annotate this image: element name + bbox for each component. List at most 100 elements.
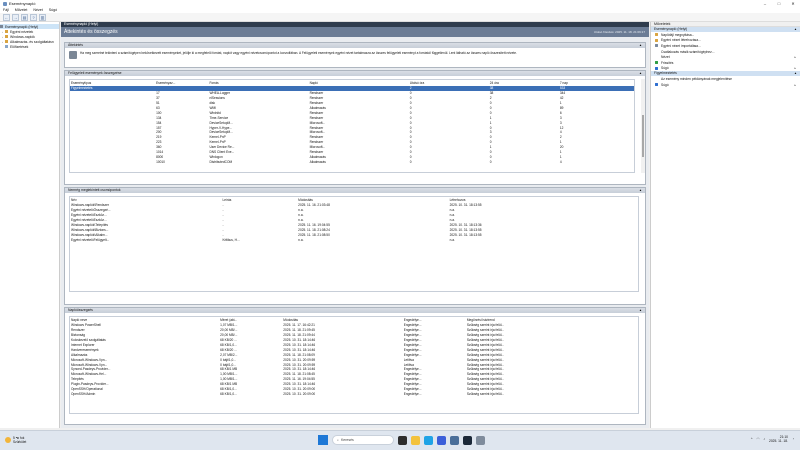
tree-item-subscriptions[interactable]: Előfizetések (0, 44, 59, 49)
search-placeholder: Keresés (340, 438, 354, 442)
collapse-icon[interactable]: ▲ (639, 188, 642, 193)
file-explorer-icon[interactable] (411, 435, 420, 445)
menu-action[interactable]: Művelet (15, 8, 28, 12)
table-cell: 0 (489, 159, 492, 164)
log-summary-section: Naplóösszegzés ▲ Napló neve Méret (akt...… (64, 307, 646, 425)
window-controls: – □ ✕ (758, 0, 800, 7)
weather-widget[interactable]: 5 ℃ fok Szürkület (5, 436, 26, 444)
menu-file[interactable]: Fájl (3, 8, 9, 12)
window-title: Eseménynapló (9, 1, 36, 6)
subscription-icon (5, 45, 8, 48)
steam-icon[interactable] (463, 435, 472, 445)
close-icon[interactable]: ✕ (786, 0, 800, 7)
weather-desc: Szürkület (13, 440, 27, 444)
connect-icon (655, 50, 658, 54)
table-row[interactable]: 10010 DistributedCOM Alkalmazás 0 0 4 (70, 159, 634, 164)
toolbar: ← → ▤ ? ▥ (0, 13, 800, 22)
back-icon[interactable]: ← (3, 13, 10, 21)
show-tree-icon[interactable]: ▤ (21, 13, 28, 21)
tree-item-label: Előfizetések (10, 44, 29, 49)
table-cell: OpenSSH/Admin (71, 391, 96, 396)
summary-scrollbar[interactable] (641, 79, 645, 173)
help-icon[interactable]: ? (30, 13, 37, 21)
folder-icon (655, 33, 658, 37)
action-label: Csatlakozás másik számítógéphez... (661, 49, 715, 54)
actions-group-label: Eseménynapló (Helyi) (654, 27, 688, 31)
logs-table-container: Napló neve Méret (akt... Módosítás Engedély… (69, 316, 639, 414)
action-label: Egyéni nézet létrehozása... (661, 38, 701, 43)
wifi-icon[interactable]: ◠ (756, 437, 759, 441)
tree-item-label: Egyéni nézetek (10, 29, 34, 34)
actions-pane: Műveletek Eseménynapló (Helyi) ▲ Naplófá… (650, 22, 800, 428)
table-row[interactable]: Egyéni nézetek\Felügyelt... Kritikus, H..… (70, 237, 638, 242)
overview-header[interactable]: Áttekintés ▲ (65, 43, 645, 48)
taskbar: 5 ℃ fok Szürkület ⌕ Keresés ^ ◠ ♪ 21:10 … (0, 430, 800, 450)
table-cell: Alkalmazás (309, 159, 326, 164)
folder-icon (5, 35, 8, 38)
forward-icon[interactable]: → (12, 13, 19, 21)
action-icon (655, 77, 658, 81)
menu-view[interactable]: Nézet (33, 8, 42, 12)
table-cell: 0 (409, 159, 412, 164)
last-refresh-text: Utolsó frissítés: 2025. 11. 18. 21:09:17 (593, 30, 645, 34)
logs-table: Napló neve Méret (akt... Módosítás Engedély… (70, 317, 638, 396)
edge-browser-icon[interactable] (424, 435, 433, 445)
chevron-right-icon: ▸ (794, 82, 796, 87)
action-item[interactable]: Súgó ▸ (651, 82, 800, 88)
scroll-thumb[interactable] (642, 115, 644, 157)
section-title: Naplóösszegzés (68, 308, 93, 312)
console-tree: Eseménynapló (Helyi) › Egyéni nézetek › … (0, 22, 60, 428)
overview-section: Áttekintés ▲ Ha meg szeretné tekinteni a… (64, 42, 646, 68)
filter-icon (655, 38, 658, 42)
action-label: Frissítés (661, 60, 674, 65)
minimize-icon[interactable]: – (758, 0, 772, 7)
menu-help[interactable]: Súgó (49, 8, 57, 12)
bell-icon[interactable]: ◔ (792, 437, 794, 441)
help-icon (655, 66, 658, 70)
overview-text: Ha meg szeretné tekinteni a számítógépen… (80, 51, 517, 55)
help-icon (655, 83, 658, 87)
section-title: Áttekintés (68, 43, 83, 47)
tree-item-label: Eseménynapló (Helyi) (5, 24, 39, 29)
chevron-right-icon: ▸ (794, 55, 796, 60)
table-cell: Engedélye... (403, 391, 422, 396)
system-tray: ^ ◠ ♪ 21:10 2025. 11. 18. ◔ (751, 435, 794, 443)
main-panel: Eseménynapló (Helyi) Áttekintés és össze… (61, 22, 649, 428)
store-icon[interactable] (437, 435, 446, 445)
overview-body: Ha meg szeretné tekinteni a számítógépen… (65, 48, 645, 62)
page-title: Áttekintés és összegzés (64, 29, 118, 35)
collapse-icon[interactable]: ▲ (639, 71, 642, 76)
folder-icon (5, 30, 8, 33)
collapse-icon[interactable]: ▲ (639, 43, 642, 48)
import-icon (655, 44, 658, 48)
section-title: Nemrég megtekintett csomópontok (68, 188, 121, 192)
table-cell: 4 (559, 159, 562, 164)
action-label: Súgó (661, 82, 669, 87)
table-cell: 68 KB/1,0... (220, 391, 237, 396)
folder-icon (5, 40, 8, 43)
start-button[interactable] (318, 435, 328, 445)
table-cell: n.a. (449, 237, 455, 242)
taskbar-search[interactable]: ⌕ Keresés (332, 435, 394, 445)
maximize-icon[interactable]: □ (772, 0, 786, 7)
overview-banner: Áttekintés és összegzés Utolsó frissítés… (61, 27, 649, 37)
summary-header[interactable]: Felügyeleti események összegzése ▲ (65, 71, 645, 76)
show-actions-icon[interactable]: ▥ (39, 13, 46, 21)
action-label: Egyéni nézet importálása... (661, 43, 701, 48)
volume-icon[interactable]: ♪ (763, 437, 765, 441)
task-view-icon[interactable] (398, 435, 407, 445)
table-cell: Kritikus, H... (222, 237, 240, 242)
view-icon (655, 55, 658, 59)
app-icon[interactable] (476, 435, 485, 445)
event-viewer-taskbar-icon[interactable] (450, 435, 459, 445)
actions-group-label: Figyelmeztetés (654, 71, 677, 76)
logs-header[interactable]: Naplóösszegzés ▲ (65, 308, 645, 313)
recent-header[interactable]: Nemrég megtekintett csomópontok ▲ (65, 188, 645, 193)
table-row[interactable]: OpenSSH/Admin 68 KB/1,0... 2025. 10. 31. 2… (70, 391, 638, 396)
chevron-up-icon[interactable]: ^ (751, 437, 753, 441)
event-viewer-icon (3, 1, 7, 6)
admin-events-summary-section: Felügyeleti események összegzése ▲ Esemé… (64, 70, 646, 185)
clock[interactable]: 21:10 2025. 11. 18. (769, 435, 788, 443)
table-cell: Egyéni nézetek\Felügyelt... (71, 237, 110, 242)
collapse-icon[interactable]: ▲ (639, 308, 642, 313)
